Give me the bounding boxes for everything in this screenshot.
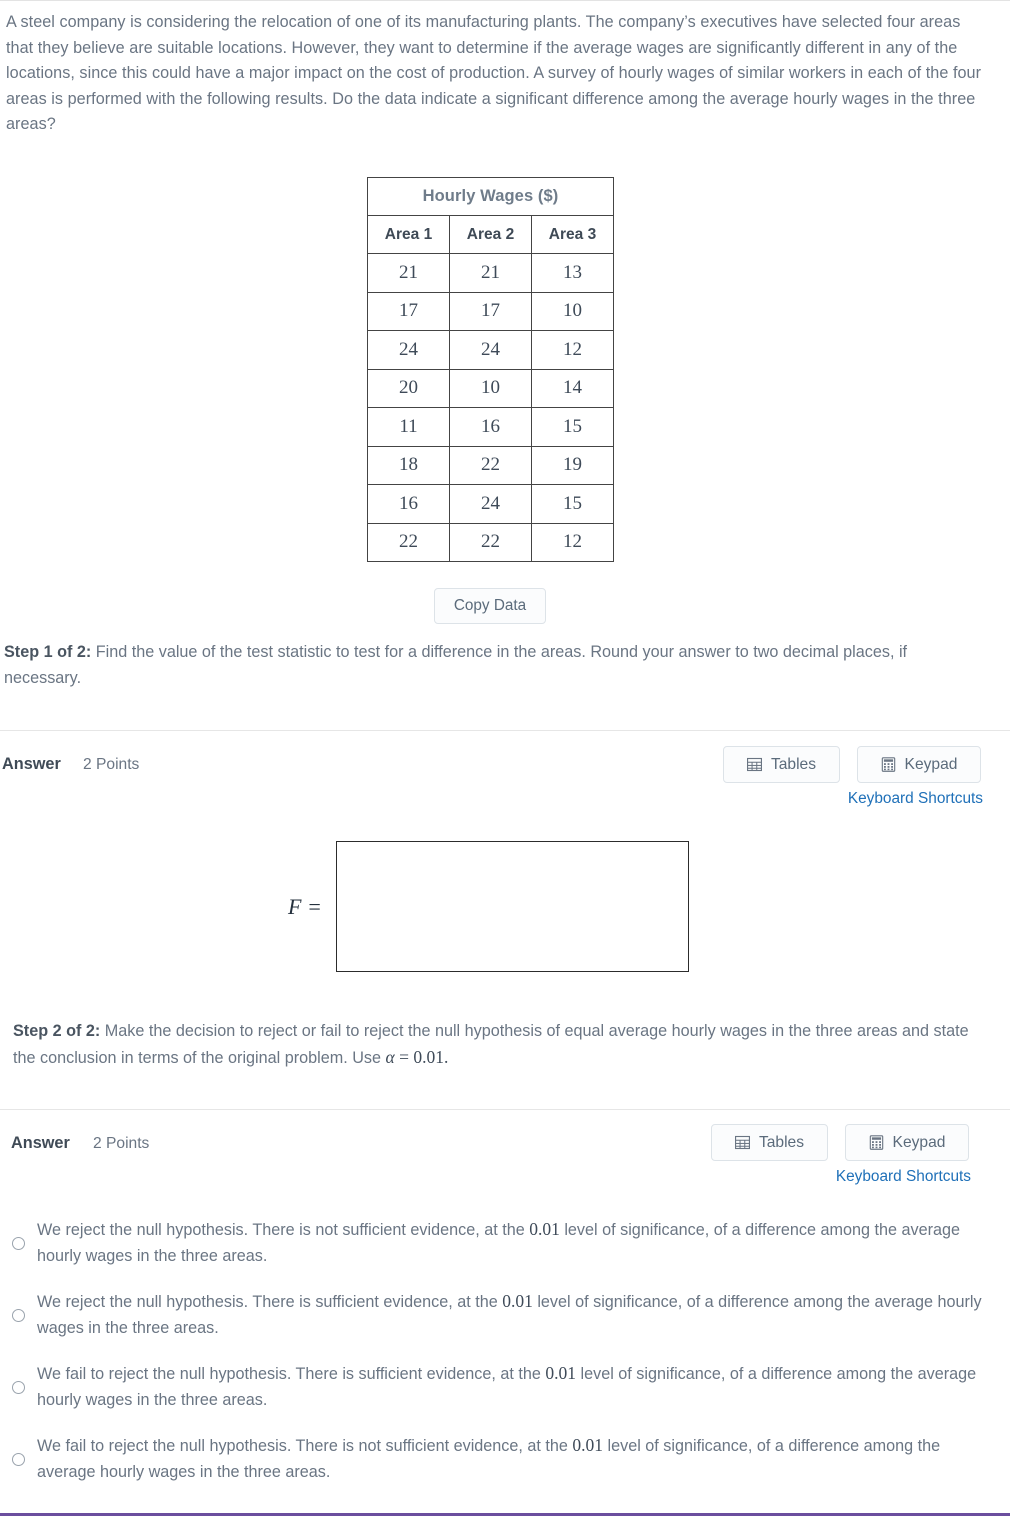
answer-2-points: 2 Points (93, 1135, 150, 1152)
radio-button-icon[interactable] (12, 1453, 25, 1466)
table-grid-icon (746, 757, 762, 772)
radio-button-icon[interactable] (12, 1381, 25, 1394)
alpha-value: 0.01 (572, 1435, 604, 1455)
table-cell: 21 (367, 253, 450, 293)
table-row: 24 24 12 (367, 330, 614, 370)
alpha-period: . (443, 1046, 449, 1067)
keypad-button-2-label: Keypad (892, 1133, 946, 1151)
table-cell: 19 (531, 445, 614, 485)
answer-2-divider (0, 1109, 1010, 1110)
tables-button-1[interactable]: Tables (723, 746, 840, 783)
tables-button-1-label: Tables (770, 755, 817, 773)
table-row: 20 10 14 (367, 368, 614, 408)
answer-2-label: Answer (11, 1134, 70, 1152)
step-1-text: Find the value of the test statistic to … (4, 643, 908, 687)
keyboard-shortcuts-link-2[interactable]: Keyboard Shortcuts (836, 1168, 971, 1186)
radio-button-icon[interactable] (12, 1309, 25, 1322)
table-cell: 11 (367, 407, 450, 447)
choice-option-3-text: We fail to reject the null hypothesis. T… (37, 1363, 977, 1409)
tables-button-2-label: Tables (758, 1133, 805, 1151)
answer-1-divider (0, 730, 1010, 731)
table-cell: 15 (531, 407, 614, 447)
calculator-icon (869, 1135, 884, 1150)
tables-button-2[interactable]: Tables (711, 1124, 828, 1161)
choice-option-2-text: We reject the null hypothesis. There is … (37, 1291, 982, 1337)
table-cell: 10 (531, 291, 614, 331)
hourly-wages-table: Hourly Wages ($) Area 1 Area 2 Area 3 21… (367, 177, 614, 562)
table-row: 18 22 19 (367, 445, 614, 485)
step-2-prompt: Step 2 of 2: Make the decision to reject… (13, 1019, 978, 1071)
table-cell: 24 (449, 484, 532, 524)
f-equals-label: F = (288, 893, 322, 919)
answer-1-label: Answer (2, 755, 61, 773)
keypad-button-1-label: Keypad (904, 755, 958, 773)
alpha-value: 0.01 (529, 1219, 560, 1239)
table-cell: 24 (367, 330, 450, 370)
keypad-button-2[interactable]: Keypad (845, 1124, 969, 1161)
choice-option-4-text: We fail to reject the null hypothesis. T… (37, 1435, 941, 1481)
table-cell: 22 (367, 522, 450, 562)
table-cell: 21 (449, 253, 532, 293)
column-header-area-3: Area 3 (531, 215, 614, 254)
step-2-label: Step 2 of 2: (13, 1022, 101, 1040)
step-2-text: Make the decision to reject or fail to r… (13, 1022, 969, 1067)
table-title: Hourly Wages ($) (367, 177, 614, 216)
column-header-area-2: Area 2 (449, 215, 532, 254)
alpha-equals: = (394, 1046, 414, 1067)
table-row: 11 16 15 (367, 407, 614, 447)
table-cell: 24 (449, 330, 532, 370)
table-title-row: Hourly Wages ($) (367, 177, 614, 216)
alpha-value: 0.01 (502, 1291, 533, 1311)
f-value-input[interactable] (335, 841, 689, 972)
table-cell: 22 (449, 445, 532, 485)
copy-data-button[interactable]: Copy Data (434, 588, 546, 624)
table-body: 21 21 13 17 17 10 24 24 12 20 10 14 11 1 (367, 253, 614, 562)
choice-option-4[interactable]: We fail to reject the null hypothesis. T… (12, 1433, 982, 1485)
choice-option-3[interactable]: We fail to reject the null hypothesis. T… (12, 1361, 982, 1413)
choice-option-2[interactable]: We reject the null hypothesis. There is … (12, 1289, 982, 1341)
table-cell: 12 (531, 330, 614, 370)
alpha-value: 0.01 (545, 1363, 577, 1383)
hourly-wages-table-container: Hourly Wages ($) Area 1 Area 2 Area 3 21… (367, 177, 614, 562)
choice-option-1[interactable]: We reject the null hypothesis. There is … (12, 1217, 982, 1269)
table-cell: 17 (367, 291, 450, 331)
f-answer-row: F = (288, 841, 689, 972)
table-row: 16 24 15 (367, 484, 614, 524)
table-cell: 22 (449, 522, 532, 562)
table-cell: 18 (367, 445, 450, 485)
table-cell: 13 (531, 253, 614, 293)
table-cell: 16 (367, 484, 450, 524)
table-cell: 14 (531, 368, 614, 408)
table-grid-icon (734, 1135, 750, 1150)
keypad-button-1[interactable]: Keypad (857, 746, 981, 783)
keyboard-shortcuts-link-1[interactable]: Keyboard Shortcuts (848, 790, 983, 808)
top-divider (0, 0, 1010, 1)
table-cell: 15 (531, 484, 614, 524)
answer-1-points: 2 Points (83, 756, 140, 773)
column-header-area-1: Area 1 (367, 215, 450, 254)
alpha-value: 0.01 (413, 1046, 444, 1067)
step-1-prompt: Step 1 of 2: Find the value of the test … (4, 640, 984, 691)
table-cell: 20 (367, 368, 450, 408)
step-1-label: Step 1 of 2: (4, 643, 92, 661)
calculator-icon (881, 757, 896, 772)
alpha-symbol: α (385, 1046, 395, 1067)
choice-option-1-text: We reject the null hypothesis. There is … (37, 1219, 960, 1265)
table-row: 22 22 12 (367, 522, 614, 562)
table-row: 17 17 10 (367, 291, 614, 331)
table-cell: 16 (449, 407, 532, 447)
radio-button-icon[interactable] (12, 1237, 25, 1250)
table-cell: 17 (449, 291, 532, 331)
table-header-row: Area 1 Area 2 Area 3 (367, 215, 614, 254)
table-cell: 10 (449, 368, 532, 408)
table-row: 21 21 13 (367, 253, 614, 293)
question-prompt: A steel company is considering the reloc… (6, 13, 982, 133)
table-cell: 12 (531, 522, 614, 562)
